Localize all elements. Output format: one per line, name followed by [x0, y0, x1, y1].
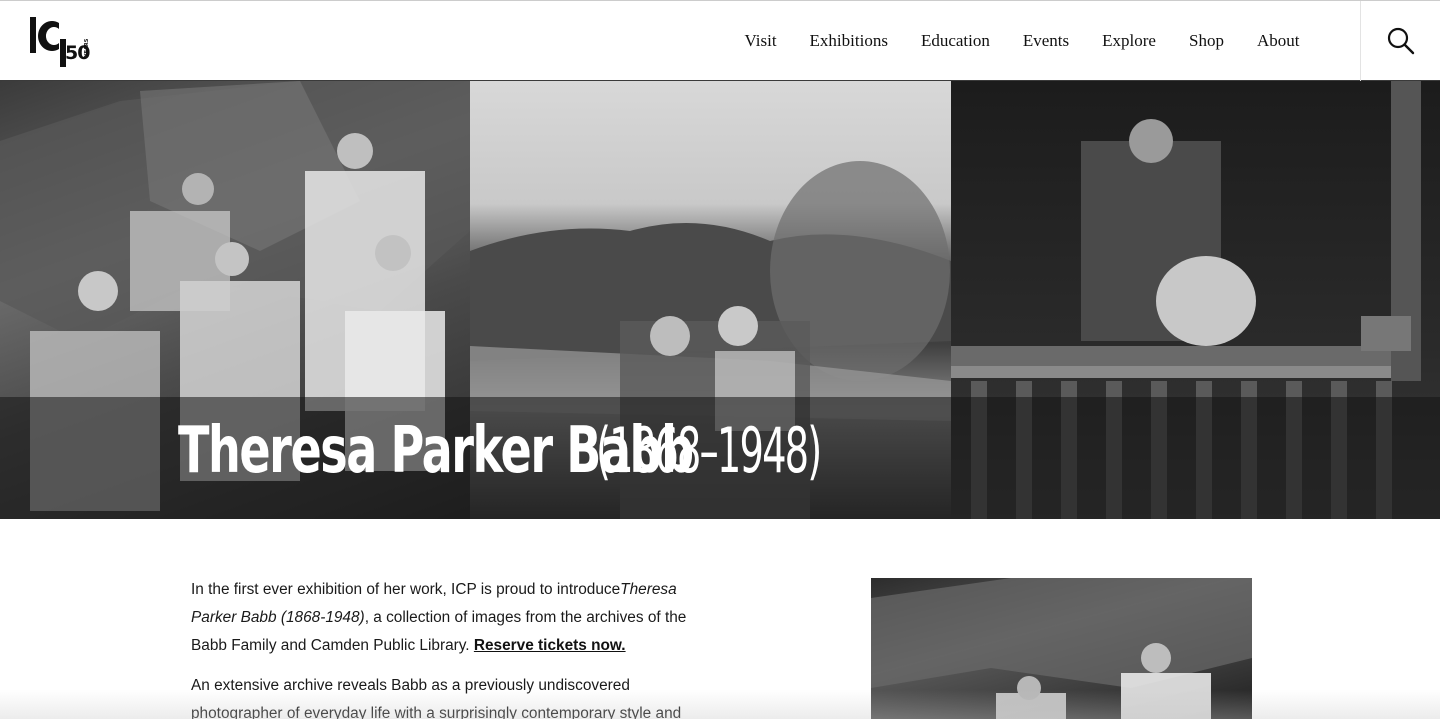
- page-title: Theresa Parker Babb (1868–1948): [178, 419, 893, 483]
- page-title-years: (1868–1948): [596, 414, 822, 487]
- exhibition-intro: In the first ever exhibition of her work…: [191, 576, 711, 719]
- intro-paragraph-2: An extensive archive reveals Babb as a p…: [191, 677, 682, 719]
- nav-about[interactable]: About: [1240, 31, 1316, 51]
- nav-shop[interactable]: Shop: [1172, 31, 1240, 51]
- site-header: 50 YEARS Visit Exhibitions Education Eve…: [0, 0, 1440, 81]
- search-icon: [1387, 27, 1414, 55]
- nav-explore[interactable]: Explore: [1086, 31, 1173, 51]
- icp-50-years-logo[interactable]: 50 YEARS: [29, 15, 91, 69]
- svg-text:YEARS: YEARS: [84, 38, 90, 58]
- main-nav: Visit Exhibitions Education Events Explo…: [728, 1, 1316, 81]
- hero-banner: Theresa Parker Babb (1868–1948): [0, 81, 1440, 519]
- nav-visit[interactable]: Visit: [728, 31, 793, 51]
- nav-exhibitions[interactable]: Exhibitions: [793, 31, 904, 51]
- search-button[interactable]: [1361, 1, 1440, 81]
- nav-events[interactable]: Events: [1006, 31, 1085, 51]
- reserve-tickets-link[interactable]: Reserve tickets now.: [474, 637, 626, 654]
- nav-education[interactable]: Education: [904, 31, 1006, 51]
- intro-text: In the first ever exhibition of her work…: [191, 581, 621, 598]
- intro-paragraph-1: In the first ever exhibition of her work…: [191, 576, 711, 660]
- exhibition-feature-photo: [871, 578, 1252, 719]
